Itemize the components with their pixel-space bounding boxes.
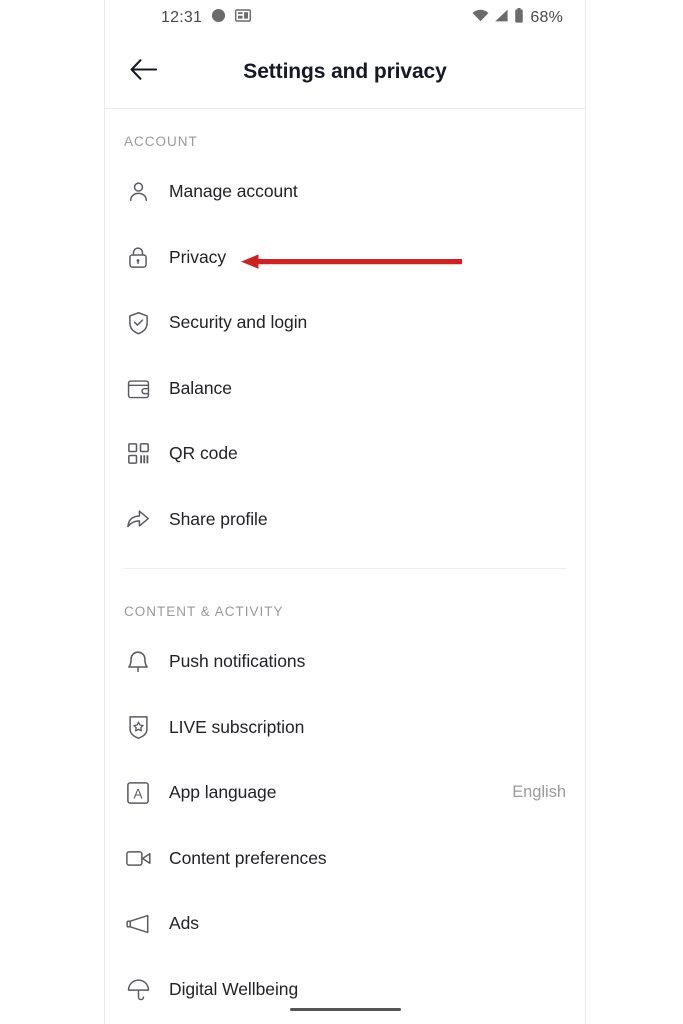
- settings-row-label: Balance: [169, 377, 232, 398]
- umbrella-icon: [124, 975, 152, 1003]
- settings-row-label: App language: [169, 782, 277, 803]
- share-arrow-icon: [124, 505, 152, 533]
- status-bar-right: 68%: [472, 0, 563, 36]
- home-gesture-pill[interactable]: [289, 1007, 401, 1011]
- person-icon: [124, 178, 152, 206]
- settings-row-label: Privacy: [169, 246, 227, 267]
- settings-row-label: LIVE subscription: [169, 716, 305, 737]
- settings-row-security-and-login[interactable]: Security and login: [105, 290, 585, 356]
- settings-row-app-language[interactable]: A App language English: [105, 760, 585, 826]
- settings-row-content-preferences[interactable]: Content preferences: [105, 826, 585, 892]
- do-not-disturb-icon: [211, 8, 226, 28]
- battery-percent-label: 68%: [530, 9, 563, 26]
- wifi-icon: [472, 9, 489, 27]
- settings-row-label: Digital Wellbeing: [169, 978, 299, 999]
- shield-check-icon: [124, 309, 152, 337]
- app-language-value: English: [512, 783, 566, 802]
- settings-list: ACCOUNT Manage account Privacy Security …: [105, 109, 585, 1022]
- phone-frame: 12:31 68% Settings and privacy ACCOUNT M…: [104, 0, 586, 1024]
- screenshot-icon: [235, 9, 252, 27]
- settings-row-ads[interactable]: Ads: [105, 891, 585, 957]
- qr-code-icon: [124, 440, 152, 468]
- settings-row-push-notifications[interactable]: Push notifications: [105, 629, 585, 695]
- settings-row-balance[interactable]: Balance: [105, 356, 585, 422]
- settings-row-label: Ads: [169, 913, 200, 934]
- settings-row-label: Push notifications: [169, 651, 306, 672]
- settings-row-live-subscription[interactable]: LIVE subscription: [105, 695, 585, 761]
- settings-row-label: Manage account: [169, 181, 298, 202]
- wallet-icon: [124, 374, 152, 402]
- app-bar: Settings and privacy: [105, 36, 585, 109]
- live-shield-icon: [124, 713, 152, 741]
- status-bar-clock: 12:31: [161, 9, 203, 26]
- settings-row-label: Security and login: [169, 312, 308, 333]
- status-bar-left: 12:31: [161, 0, 252, 36]
- page-title: Settings and privacy: [243, 60, 447, 83]
- settings-row-qr-code[interactable]: QR code: [105, 421, 585, 487]
- screenshot-root: 12:31 68% Settings and privacy ACCOUNT M…: [0, 0, 683, 1024]
- settings-row-manage-account[interactable]: Manage account: [105, 159, 585, 225]
- cellular-signal-icon: [494, 9, 509, 27]
- megaphone-icon: [124, 910, 152, 938]
- status-bar: 12:31 68%: [105, 0, 585, 36]
- svg-text:A: A: [133, 786, 142, 801]
- section-divider: [123, 568, 567, 569]
- letter-a-box-icon: A: [124, 779, 152, 807]
- settings-row-digital-wellbeing[interactable]: Digital Wellbeing: [105, 957, 585, 1023]
- bell-icon: [124, 648, 152, 676]
- settings-row-share-profile[interactable]: Share profile: [105, 487, 585, 553]
- settings-row-privacy[interactable]: Privacy: [105, 225, 585, 291]
- settings-row-label: QR code: [169, 443, 238, 464]
- settings-row-label: Content preferences: [169, 847, 327, 868]
- section-header-account: ACCOUNT: [124, 134, 198, 149]
- section-header-content-activity: CONTENT & ACTIVITY: [124, 604, 284, 619]
- settings-row-label: Share profile: [169, 508, 268, 529]
- battery-icon: [514, 8, 524, 28]
- lock-icon: [124, 243, 152, 271]
- video-camera-icon: [124, 844, 152, 872]
- home-gesture-bar[interactable]: [105, 1007, 585, 1011]
